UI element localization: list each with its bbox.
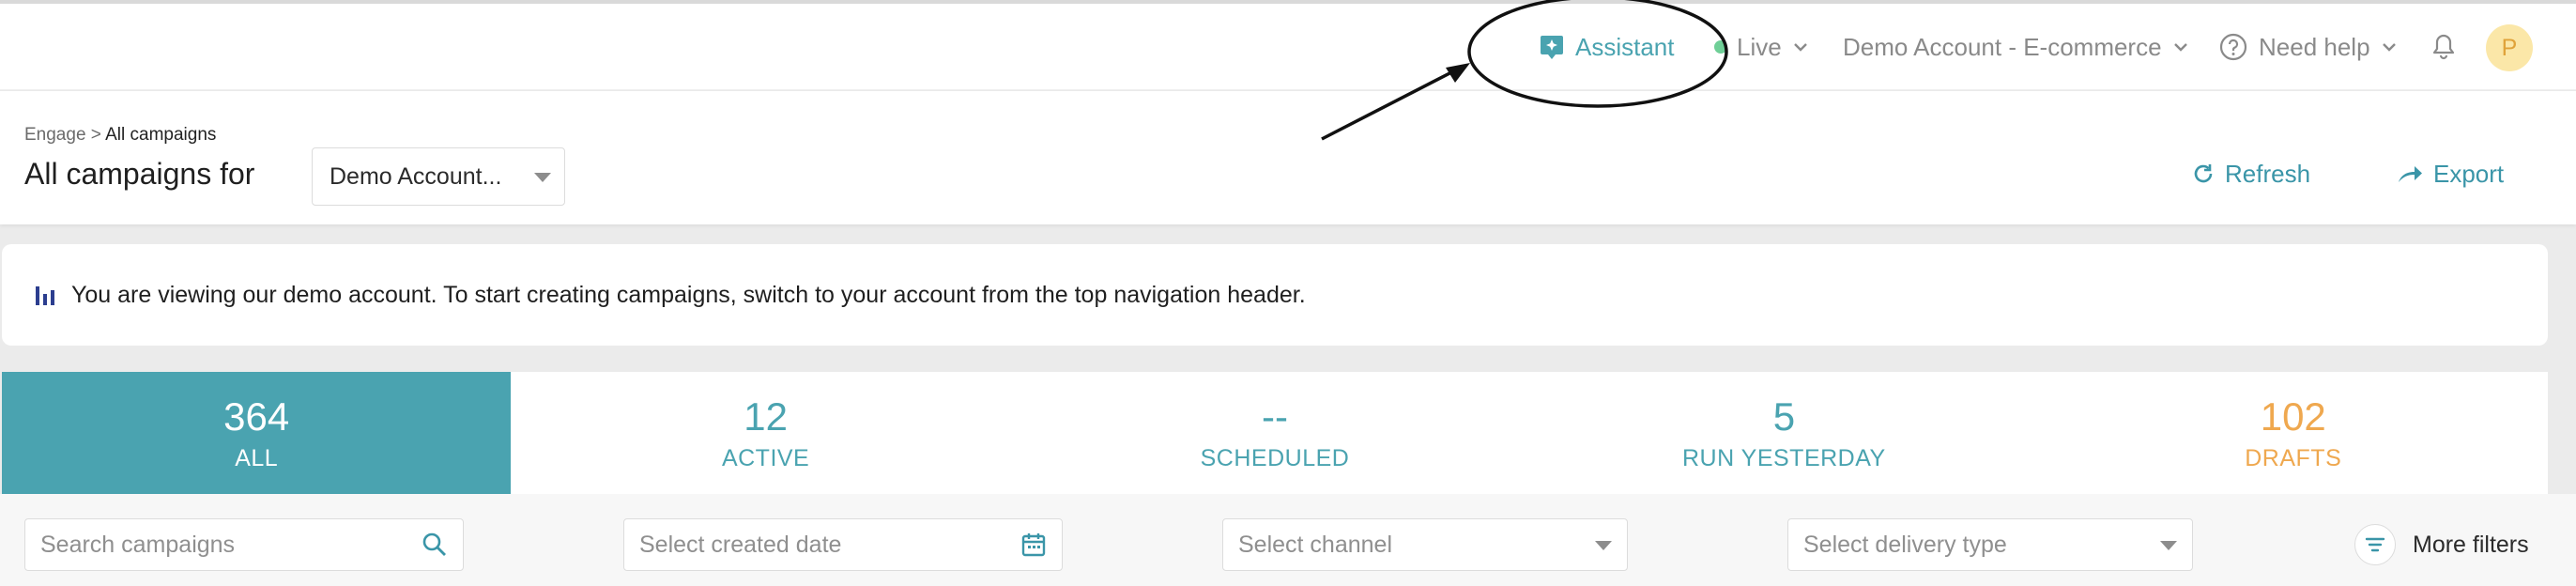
tab-all[interactable]: 364 ALL (2, 372, 512, 494)
stat-count: -- (1261, 393, 1288, 439)
more-filters-label: More filters (2413, 531, 2529, 558)
refresh-label: Refresh (2225, 159, 2311, 188)
breadcrumb-current: All campaigns (105, 125, 217, 145)
filters-bar: Search campaigns Select created date Sel… (0, 494, 2576, 586)
account-select-value: Demo Account... (330, 162, 502, 190)
user-avatar[interactable]: P (2486, 24, 2533, 71)
breadcrumb-parent[interactable]: Engage > (24, 125, 101, 145)
filter-icon (2354, 524, 2396, 565)
channel-select[interactable]: Select channel (1222, 518, 1628, 571)
stat-count: 364 (223, 393, 290, 439)
delivery-placeholder: Select delivery type (1803, 531, 2007, 558)
stat-label: ALL (235, 444, 279, 471)
live-status-dot (1714, 40, 1727, 54)
need-help-label: Need help (2259, 32, 2370, 61)
notifications-button[interactable] (2431, 4, 2456, 90)
delivery-type-select[interactable]: Select delivery type (1787, 518, 2193, 571)
live-label: Live (1737, 32, 1782, 61)
stat-label: RUN YESTERDAY (1682, 444, 1886, 471)
chevron-down-icon (2380, 38, 2399, 56)
tab-active[interactable]: 12 ACTIVE (511, 372, 1020, 494)
caret-down-icon (2160, 541, 2177, 550)
account-select[interactable]: Demo Account... (312, 147, 565, 206)
need-help-dropdown[interactable]: Need help (2219, 4, 2399, 90)
chevron-down-icon (1791, 38, 1810, 56)
stat-label: DRAFTS (2245, 444, 2342, 471)
calendar-icon (1020, 532, 1047, 564)
account-label: Demo Account - E-commerce (1843, 32, 2162, 61)
assistant-icon (1540, 34, 1564, 60)
breadcrumb: Engage > All campaigns (24, 125, 216, 146)
top-navigation-bar: Assistant Live Demo Account - E-commerce… (0, 4, 2576, 90)
campaign-status-tabs: 364 ALL 12 ACTIVE -- SCHEDULED 5 RUN YES… (2, 372, 2548, 494)
live-mode-dropdown[interactable]: Live (1714, 4, 1810, 90)
export-button[interactable]: Export (2396, 147, 2504, 200)
export-arrow-icon (2396, 162, 2433, 186)
caret-down-icon (534, 173, 551, 182)
refresh-icon (2191, 162, 2225, 186)
tab-drafts[interactable]: 102 DRAFTS (2039, 372, 2548, 494)
stat-count: 102 (2260, 393, 2326, 439)
demo-account-banner: You are viewing our demo account. To sta… (2, 244, 2548, 346)
chevron-down-icon (2171, 38, 2190, 56)
banner-text: You are viewing our demo account. To sta… (71, 281, 1306, 308)
stat-count: 5 (1772, 393, 1796, 439)
stat-label: ACTIVE (721, 444, 810, 471)
stat-label: SCHEDULED (1200, 444, 1350, 471)
search-icon (422, 532, 448, 564)
more-filters-button[interactable]: More filters (2354, 518, 2529, 571)
bar-chart-icon (34, 283, 56, 307)
date-placeholder: Select created date (639, 531, 842, 558)
created-date-picker[interactable]: Select created date (623, 518, 1063, 571)
caret-down-icon (1595, 541, 1612, 550)
tab-scheduled[interactable]: -- SCHEDULED (1020, 372, 1529, 494)
channel-placeholder: Select channel (1238, 531, 1393, 558)
search-placeholder: Search campaigns (40, 531, 236, 558)
help-circle-icon (2219, 33, 2247, 61)
refresh-button[interactable]: Refresh (2191, 147, 2310, 200)
assistant-label: Assistant (1575, 32, 1675, 61)
account-switcher-dropdown[interactable]: Demo Account - E-commerce (1843, 4, 2190, 90)
stat-count: 12 (744, 393, 788, 439)
search-input[interactable]: Search campaigns (24, 518, 464, 571)
assistant-button[interactable]: Assistant (1540, 4, 1675, 90)
export-label: Export (2433, 159, 2505, 188)
page-title: All campaigns for (24, 157, 255, 191)
tab-run-yesterday[interactable]: 5 RUN YESTERDAY (1529, 372, 2038, 494)
page-header: Engage > All campaigns All campaigns for… (0, 91, 2576, 224)
bell-icon (2431, 33, 2456, 61)
